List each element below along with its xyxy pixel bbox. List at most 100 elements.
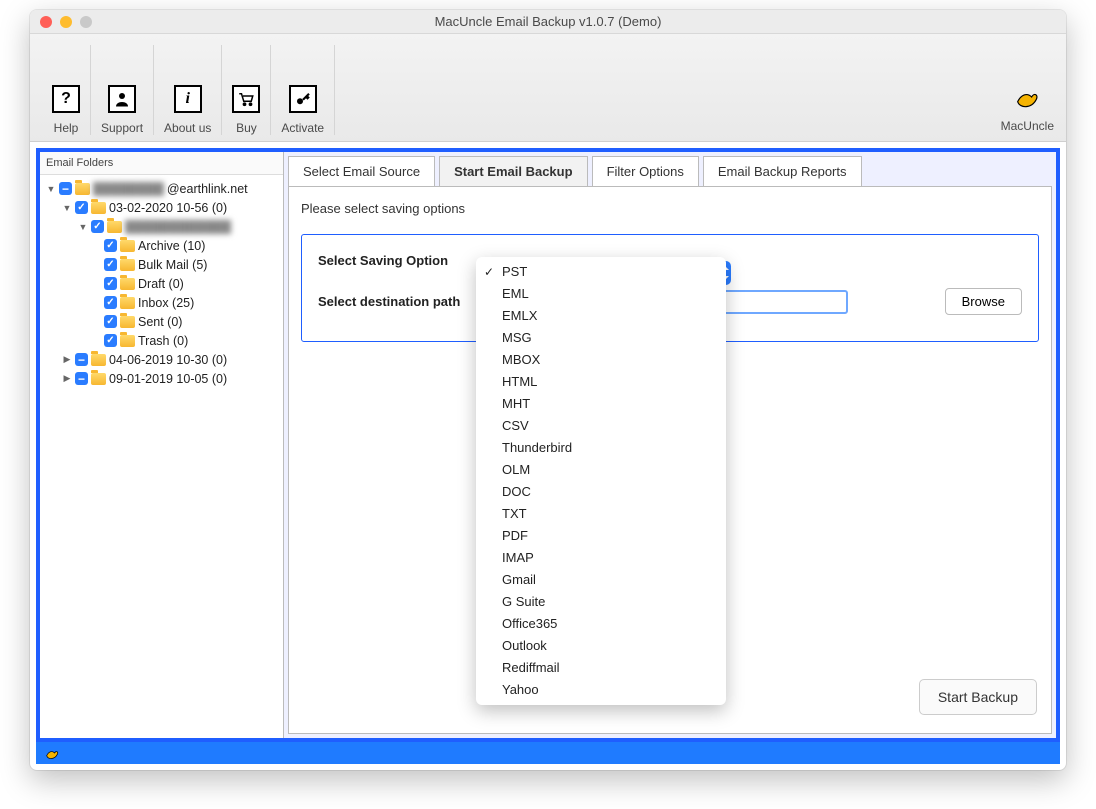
- toolbar-activate[interactable]: Activate: [271, 45, 335, 135]
- dropdown-option[interactable]: OLM: [476, 459, 726, 481]
- collapse-icon[interactable]: −: [75, 372, 88, 385]
- brand-icon: [1013, 83, 1041, 111]
- brand: MacUncle: [1001, 83, 1054, 135]
- checkbox-icon[interactable]: ✓: [75, 201, 88, 214]
- minimize-icon[interactable]: [60, 16, 72, 28]
- toolbar-buy[interactable]: Buy: [222, 45, 271, 135]
- tab-select-source[interactable]: Select Email Source: [288, 156, 435, 187]
- checkbox-icon[interactable]: ✓: [104, 296, 117, 309]
- folder-icon: [120, 316, 135, 328]
- tab-filter-options[interactable]: Filter Options: [592, 156, 699, 187]
- dropdown-option[interactable]: IMAP: [476, 547, 726, 569]
- collapse-icon[interactable]: −: [59, 182, 72, 195]
- checkbox-icon[interactable]: ✓: [104, 258, 117, 271]
- tree-leaf[interactable]: ✓ Inbox (25): [44, 293, 279, 312]
- folder-tree: ▼ − ████████@earthlink.net ▼ ✓ 03-02-202…: [40, 175, 283, 392]
- folder-icon: [120, 335, 135, 347]
- info-icon: i: [174, 85, 202, 113]
- folder-icon: [91, 202, 106, 214]
- panel-prompt: Please select saving options: [301, 201, 1039, 216]
- tree-node[interactable]: ▶ − 09-01-2019 10-05 (0): [44, 369, 279, 388]
- help-icon: ?: [52, 85, 80, 113]
- tree-label: ████████: [93, 182, 164, 196]
- tree-node[interactable]: ▼ ✓ ████████████: [44, 217, 279, 236]
- folder-icon: [120, 240, 135, 252]
- saving-format-dropdown: PST EML EMLX MSG MBOX HTML MHT CSV Thund…: [476, 257, 726, 705]
- close-icon[interactable]: [40, 16, 52, 28]
- dropdown-option[interactable]: G Suite: [476, 591, 726, 613]
- dropdown-option[interactable]: Office365: [476, 613, 726, 635]
- start-backup-button[interactable]: Start Backup: [919, 679, 1037, 715]
- window-title: MacUncle Email Backup v1.0.7 (Demo): [30, 14, 1066, 29]
- toolbar-about[interactable]: i About us: [154, 45, 222, 135]
- chevron-down-icon[interactable]: ▼: [46, 184, 56, 194]
- tree-leaf[interactable]: ✓ Trash (0): [44, 331, 279, 350]
- chevron-down-icon[interactable]: ▼: [78, 222, 88, 232]
- brand-small-icon: [44, 745, 60, 761]
- checkbox-icon[interactable]: ✓: [104, 239, 117, 252]
- content-area: Email Folders ▼ − ████████@earthlink.net…: [36, 148, 1060, 742]
- folder-icon: [75, 183, 90, 195]
- tree-leaf[interactable]: ✓ Sent (0): [44, 312, 279, 331]
- tree-leaf[interactable]: ✓ Draft (0): [44, 274, 279, 293]
- tree-label: Draft (0): [138, 277, 184, 291]
- footer-bar: [36, 742, 1060, 764]
- backup-panel: Please select saving options Select Savi…: [288, 186, 1052, 734]
- toolbar-help[interactable]: ? Help: [42, 45, 91, 135]
- browse-button[interactable]: Browse: [945, 288, 1022, 315]
- tree-node[interactable]: ▼ ✓ 03-02-2020 10-56 (0): [44, 198, 279, 217]
- folder-icon: [120, 278, 135, 290]
- tree-label: Trash (0): [138, 334, 188, 348]
- key-icon: [289, 85, 317, 113]
- dropdown-option[interactable]: MHT: [476, 393, 726, 415]
- app-window: MacUncle Email Backup v1.0.7 (Demo) ? He…: [30, 10, 1066, 770]
- saving-option-label: Select Saving Option: [318, 253, 478, 268]
- dropdown-option[interactable]: EML: [476, 283, 726, 305]
- dropdown-option[interactable]: Rediffmail: [476, 657, 726, 679]
- folder-icon: [120, 297, 135, 309]
- destination-path-label: Select destination path: [318, 294, 478, 309]
- dropdown-option[interactable]: Thunderbird: [476, 437, 726, 459]
- tree-root[interactable]: ▼ − ████████@earthlink.net: [44, 179, 279, 198]
- tree-node[interactable]: ▶ − 04-06-2019 10-30 (0): [44, 350, 279, 369]
- tab-start-backup[interactable]: Start Email Backup: [439, 156, 588, 187]
- dropdown-option[interactable]: CSV: [476, 415, 726, 437]
- chevron-right-icon[interactable]: ▶: [62, 373, 72, 384]
- checkbox-icon[interactable]: ✓: [91, 220, 104, 233]
- tab-backup-reports[interactable]: Email Backup Reports: [703, 156, 862, 187]
- chevron-right-icon[interactable]: ▶: [62, 354, 72, 365]
- dropdown-option[interactable]: Outlook: [476, 635, 726, 657]
- dropdown-option[interactable]: EMLX: [476, 305, 726, 327]
- dropdown-option[interactable]: MBOX: [476, 349, 726, 371]
- tree-label: 03-02-2020 10-56 (0): [109, 201, 227, 215]
- dropdown-option[interactable]: HTML: [476, 371, 726, 393]
- checkbox-icon[interactable]: ✓: [104, 315, 117, 328]
- dropdown-option[interactable]: PST: [476, 261, 726, 283]
- folder-icon: [120, 259, 135, 271]
- dropdown-option[interactable]: Yahoo: [476, 679, 726, 701]
- tree-leaf[interactable]: ✓ Bulk Mail (5): [44, 255, 279, 274]
- dropdown-option[interactable]: MSG: [476, 327, 726, 349]
- window-controls: [40, 16, 92, 28]
- checkbox-icon[interactable]: ✓: [104, 334, 117, 347]
- checkbox-icon[interactable]: ✓: [104, 277, 117, 290]
- sidebar-header: Email Folders: [40, 152, 283, 175]
- chevron-down-icon[interactable]: ▼: [62, 203, 72, 213]
- toolbar: ? Help Support i About us Buy Activate: [30, 34, 1066, 142]
- tree-label: 04-06-2019 10-30 (0): [109, 353, 227, 367]
- dropdown-option[interactable]: TXT: [476, 503, 726, 525]
- collapse-icon[interactable]: −: [75, 353, 88, 366]
- maximize-icon[interactable]: [80, 16, 92, 28]
- folder-icon: [91, 373, 106, 385]
- tree-label: Archive (10): [138, 239, 205, 253]
- main-panel: Select Email Source Start Email Backup F…: [284, 152, 1056, 738]
- tree-label: 09-01-2019 10-05 (0): [109, 372, 227, 386]
- toolbar-support[interactable]: Support: [91, 45, 154, 135]
- sidebar: Email Folders ▼ − ████████@earthlink.net…: [40, 152, 284, 738]
- cart-icon: [232, 85, 260, 113]
- dropdown-option[interactable]: Gmail: [476, 569, 726, 591]
- dropdown-option[interactable]: DOC: [476, 481, 726, 503]
- tree-label: Bulk Mail (5): [138, 258, 207, 272]
- tree-leaf[interactable]: ✓ Archive (10): [44, 236, 279, 255]
- dropdown-option[interactable]: PDF: [476, 525, 726, 547]
